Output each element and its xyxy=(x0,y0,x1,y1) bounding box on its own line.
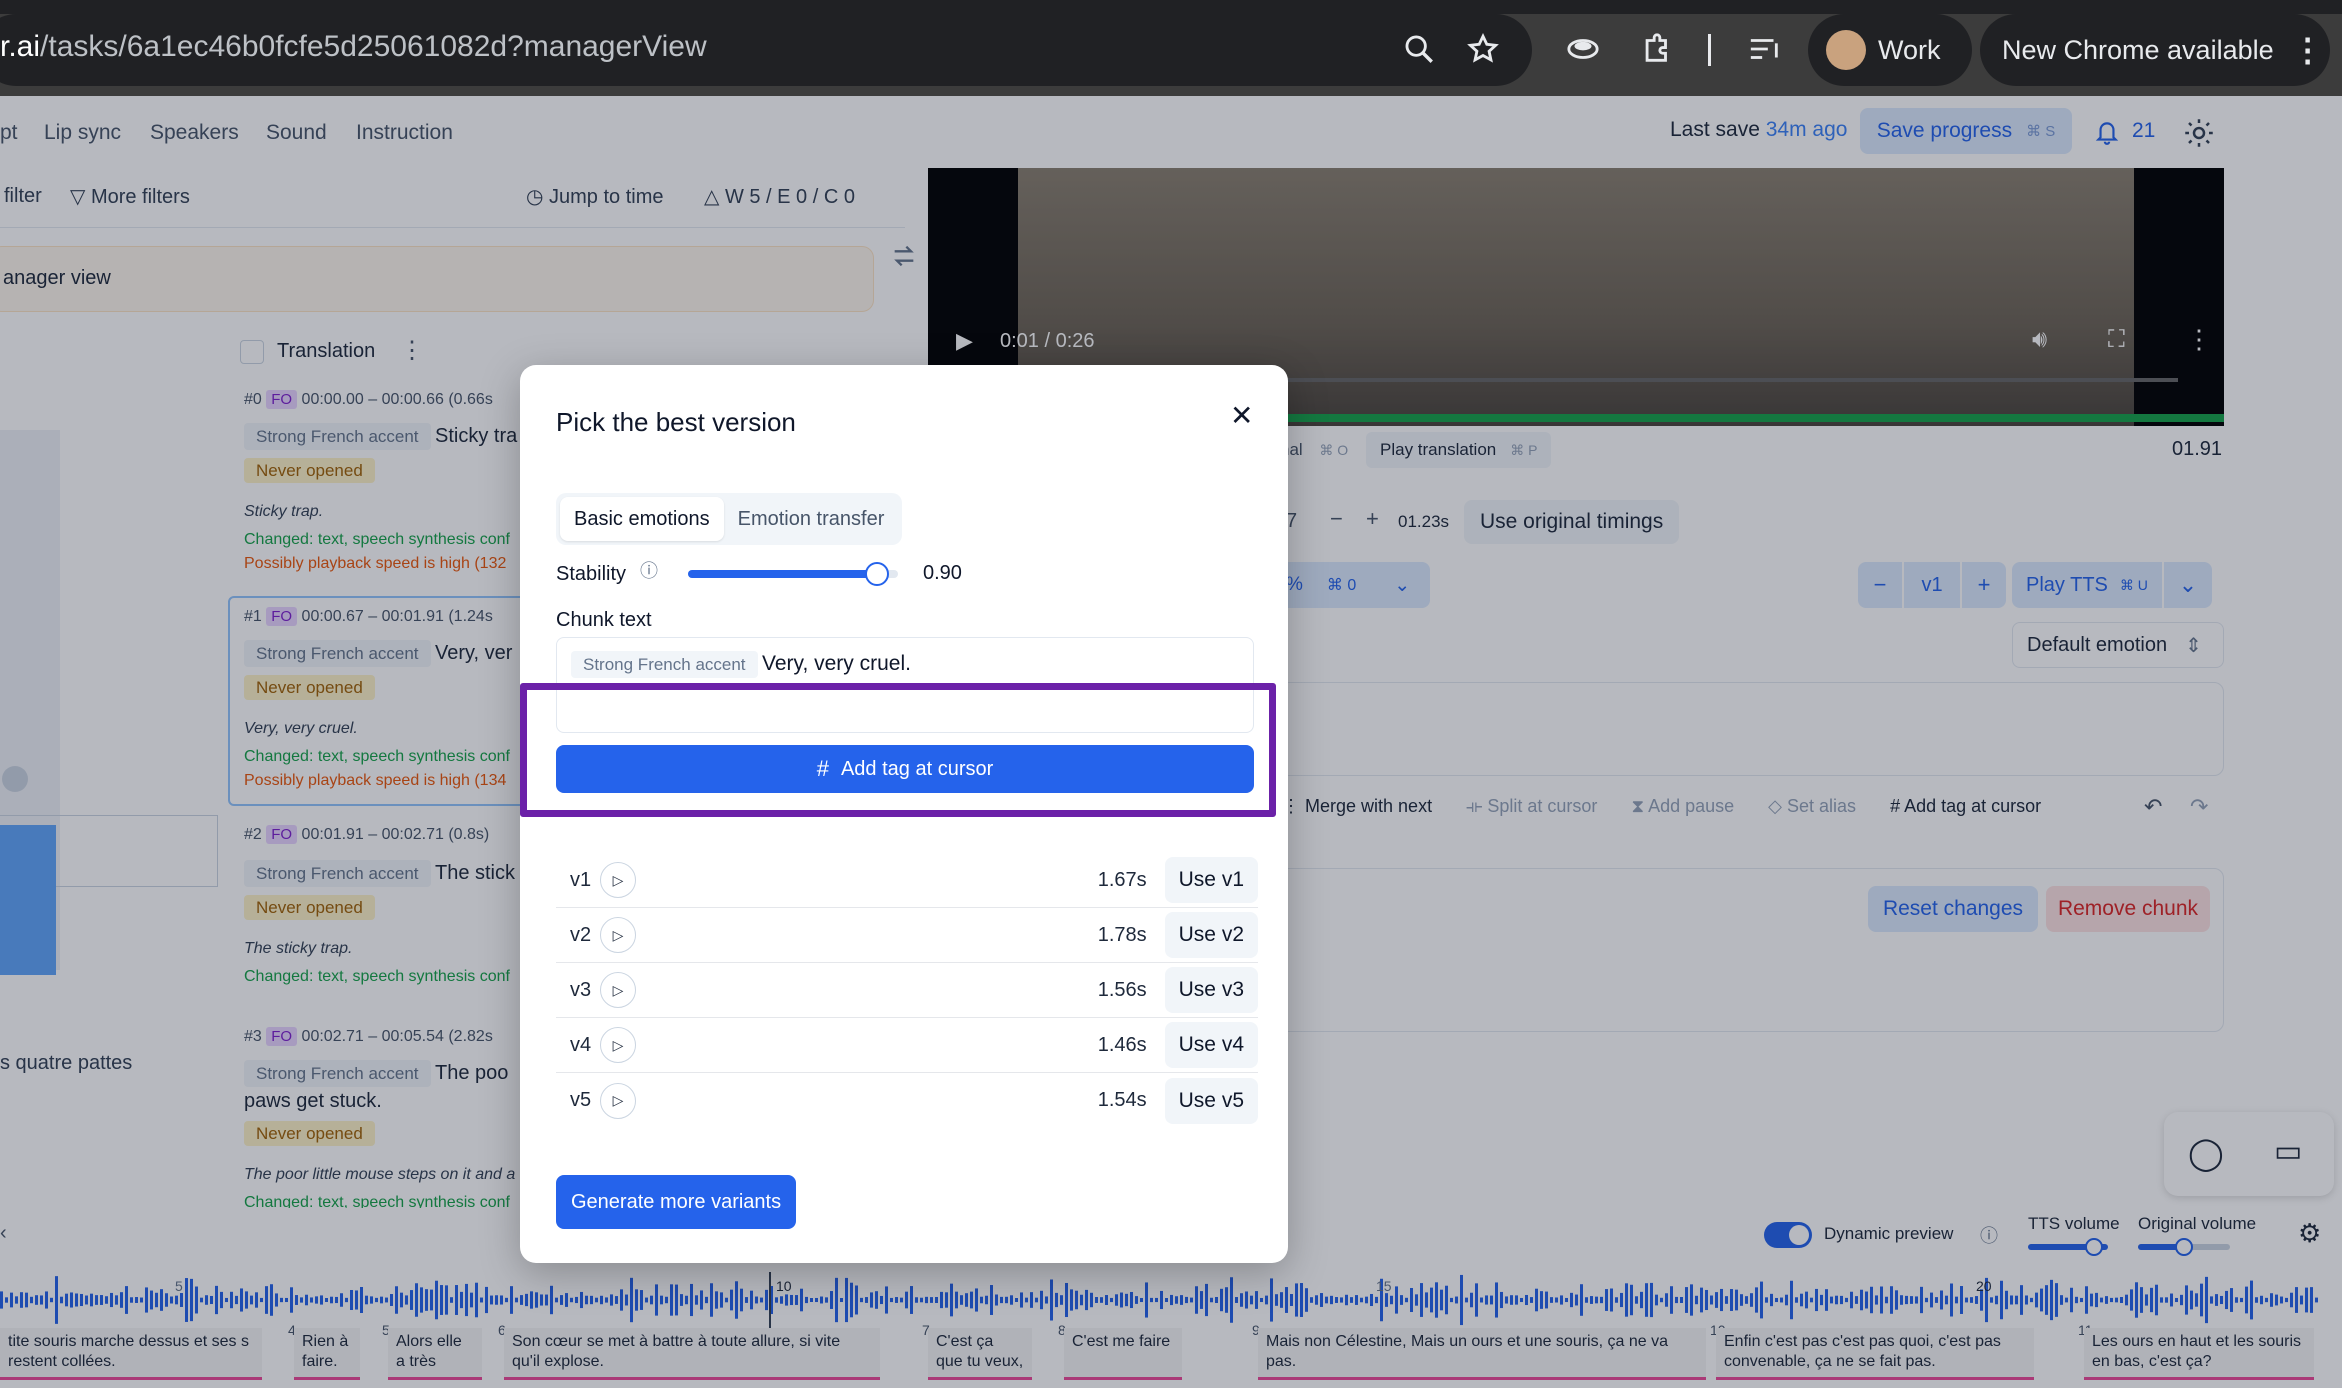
search-icon[interactable] xyxy=(1402,32,1436,66)
version-row: v4 ▷ 1.46s Use v4 xyxy=(556,1018,1258,1073)
highlight-box xyxy=(520,683,1276,817)
version-row: v1 ▷ 1.67s Use v1 xyxy=(556,853,1258,908)
browser-toolbar: r.ai/tasks/6a1ec46b0fcfe5d25061082d?mana… xyxy=(0,0,2342,96)
play-icon[interactable]: ▷ xyxy=(600,972,636,1008)
media-queue-icon[interactable] xyxy=(1748,34,1782,64)
chunk-text-label: Chunk text xyxy=(556,609,652,631)
emotion-tabs: Basic emotions Emotion transfer xyxy=(556,493,903,545)
kebab-menu-icon[interactable]: ⋮ xyxy=(2292,31,2324,69)
version-row: v3 ▷ 1.56s Use v3 xyxy=(556,963,1258,1018)
toolbar-divider xyxy=(1708,34,1711,66)
avatar xyxy=(1826,30,1866,70)
stability-value: 0.90 xyxy=(923,562,962,584)
generate-more-variants-button[interactable]: Generate more variants xyxy=(556,1175,797,1229)
profile-label: Work xyxy=(1878,34,1941,65)
version-row: v5 ▷ 1.54s Use v5 xyxy=(556,1073,1258,1128)
info-icon[interactable]: ⓘ xyxy=(640,557,658,583)
close-icon[interactable]: ✕ xyxy=(1230,399,1253,432)
use-version-button[interactable]: Use v4 xyxy=(1164,1022,1258,1068)
extensions-puzzle-icon[interactable] xyxy=(1640,32,1674,66)
play-icon[interactable]: ▷ xyxy=(600,862,636,898)
use-version-button[interactable]: Use v5 xyxy=(1164,1077,1258,1124)
stability-label: Stability xyxy=(556,563,627,585)
chrome-update-button[interactable]: New Chrome available ⋮ xyxy=(1980,14,2330,86)
stability-slider[interactable] xyxy=(688,562,898,586)
update-label: New Chrome available xyxy=(2002,34,2274,65)
tab-emotion-transfer[interactable]: Emotion transfer xyxy=(724,497,899,541)
dialog-title: Pick the best version xyxy=(556,407,796,437)
url-text[interactable]: r.ai/tasks/6a1ec46b0fcfe5d25061082d?mana… xyxy=(0,30,707,64)
use-version-button[interactable]: Use v3 xyxy=(1164,967,1258,1013)
tab-basic-emotions[interactable]: Basic emotions xyxy=(560,497,724,541)
version-row: v2 ▷ 1.78s Use v2 xyxy=(556,908,1258,963)
use-version-button[interactable]: Use v1 xyxy=(1164,857,1258,903)
play-icon[interactable]: ▷ xyxy=(600,1027,636,1063)
use-version-button[interactable]: Use v2 xyxy=(1164,912,1258,958)
pick-best-version-dialog: Pick the best version ✕ Basic emotions E… xyxy=(520,365,1288,1263)
bookmark-star-icon[interactable] xyxy=(1466,32,1500,66)
profile-button[interactable]: Work xyxy=(1808,14,1972,86)
tab-strip xyxy=(0,0,2342,14)
extension-disc-icon[interactable] xyxy=(1566,34,1600,64)
play-icon[interactable]: ▷ xyxy=(600,1082,636,1119)
play-icon[interactable]: ▷ xyxy=(600,917,636,953)
accent-chip: Strong French accent xyxy=(571,651,758,678)
